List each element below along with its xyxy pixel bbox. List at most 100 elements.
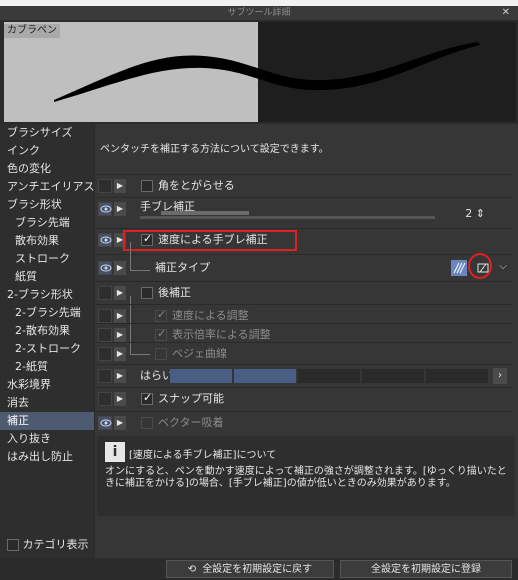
zoom-adjust-label: 表示倍率による調整 (172, 328, 271, 341)
sidebar-item[interactable]: 2-ブラシ先端 (0, 304, 94, 322)
visibility-toggle[interactable] (98, 309, 112, 323)
row-vector-snap: ▶ ベクター吸着 (95, 411, 513, 433)
reset-icon: ⟲ (187, 564, 197, 575)
eye-icon (100, 205, 112, 213)
category-display-label: カテゴリ表示 (22, 538, 89, 551)
sidebar-item[interactable]: 補正 (0, 412, 94, 430)
visibility-toggle[interactable] (98, 202, 112, 216)
stabilization-slider[interactable] (140, 216, 435, 219)
row-snap: ▶ スナップ可能 (95, 387, 513, 409)
row-stabilization: ▶ 手ブレ補正 2 ⇕ (95, 197, 513, 227)
sweep-level-selector[interactable] (170, 369, 488, 383)
sidebar-item[interactable]: 消去 (0, 394, 94, 412)
help-title: [速度による手ブレ補正]について (129, 450, 277, 461)
sweep-level-cell[interactable] (234, 369, 296, 383)
bezier-label: ベジェ曲線 (172, 347, 227, 360)
sidebar-item[interactable]: 2-ブラシ形状 (0, 286, 94, 304)
sweep-level-cell[interactable] (426, 369, 488, 383)
help-box: i [速度による手ブレ補正]について オンにすると、ペンを動かす速度によって補正… (97, 436, 515, 516)
sweep-label: はらい (140, 369, 173, 382)
correction-type-label: 補正タイプ (155, 261, 210, 274)
stabilization-slider-fill (161, 211, 249, 215)
highlight-circle (468, 253, 492, 279)
help-body: オンにすると、ペンを動かす速度によって補正の強さが調整されます。[ゆっくり描いた… (105, 466, 507, 489)
visibility-toggle[interactable] (98, 347, 112, 361)
snap-label: スナップ可能 (158, 392, 224, 405)
tree-connector (130, 270, 150, 271)
zoom-adjust-checkbox[interactable] (155, 327, 167, 341)
row-sharpen: ▶ 角をとがらせる (95, 174, 513, 196)
visibility-toggle[interactable] (98, 392, 112, 406)
sidebar-item[interactable]: ストローク (0, 250, 94, 268)
sidebar-item[interactable]: 2-紙質 (0, 358, 94, 376)
window-title: サブツール詳細 (227, 8, 291, 18)
sidebar-item[interactable]: ブラシ先端 (0, 214, 94, 232)
sidebar-item[interactable]: 水彩境界 (0, 376, 94, 394)
sidebar-item[interactable]: 紙質 (0, 268, 94, 286)
sidebar-item[interactable]: 2-ストローク (0, 340, 94, 358)
bottom-bar: ⟲ 全設定を初期設定に戻す 全設定を初期設定に登録 (0, 558, 518, 580)
expand-arrow[interactable]: ▶ (114, 179, 126, 193)
stabilization-value[interactable]: 2 ⇕ (465, 207, 485, 220)
visibility-toggle[interactable] (98, 179, 112, 193)
visibility-toggle[interactable] (98, 261, 112, 275)
visibility-toggle[interactable] (98, 416, 112, 430)
correction-type-slow-icon[interactable] (451, 260, 467, 276)
expand-arrow[interactable]: ▶ (114, 369, 126, 383)
sidebar-item[interactable]: ブラシ形状 (0, 196, 94, 214)
category-sidebar: カテゴリ表示 ブラシサイズ インク 色の変化 アンチエイリアス ブラシ形状 ブラシ先端 散布… (0, 124, 95, 558)
expand-arrow[interactable]: ▶ (114, 392, 126, 406)
sweep-level-cell[interactable] (298, 369, 360, 383)
row-correction-type: ▶ 補正タイプ ⌵ (95, 254, 513, 280)
chevron-right-icon[interactable]: › (493, 368, 507, 384)
panel-description: ペンタッチを補正する方法について設定できます。 (100, 144, 329, 155)
category-display-checkbox[interactable] (7, 539, 19, 551)
row-sweep: ▶ はらい › (95, 364, 513, 386)
expand-arrow[interactable]: ▶ (114, 347, 126, 361)
speed-adjust-checkbox[interactable] (155, 308, 167, 322)
sidebar-item[interactable]: 色の変化 (0, 160, 94, 178)
spin-arrows-icon[interactable]: ⇕ (476, 207, 485, 220)
expand-arrow[interactable]: ▶ (114, 261, 126, 275)
visibility-toggle[interactable] (98, 369, 112, 383)
title-bar: サブツール詳細 ✕ (0, 6, 518, 20)
expand-arrow[interactable]: ▶ (114, 416, 126, 430)
register-all-button[interactable]: 全設定を初期設定に登録 (340, 560, 512, 578)
chevron-down-icon[interactable]: ⌵ (499, 261, 507, 272)
snap-checkbox[interactable] (141, 391, 153, 405)
sidebar-item[interactable]: ブラシサイズ (0, 124, 94, 142)
expand-arrow[interactable]: ▶ (114, 309, 126, 323)
stroke-preview (54, 42, 480, 102)
sidebar-item[interactable]: インク (0, 142, 94, 160)
post-correction-checkbox[interactable] (141, 287, 153, 299)
visibility-toggle[interactable] (98, 233, 112, 247)
eye-icon (100, 419, 112, 427)
visibility-toggle[interactable] (98, 286, 112, 300)
close-icon[interactable]: ✕ (502, 6, 510, 20)
sidebar-item[interactable]: 入り抜き (0, 430, 94, 448)
sidebar-item[interactable]: はみ出し防止 (0, 448, 94, 466)
sweep-level-cell[interactable] (170, 369, 232, 383)
vector-snap-checkbox[interactable] (141, 417, 153, 429)
vector-snap-label: ベクター吸着 (158, 416, 224, 429)
expand-arrow[interactable]: ▶ (114, 286, 126, 300)
expand-arrow[interactable]: ▶ (114, 328, 126, 342)
expand-arrow[interactable]: ▶ (114, 202, 126, 216)
sidebar-item[interactable]: 2-散布効果 (0, 322, 94, 340)
row-post-correction: ▶ 後補正 (95, 281, 513, 303)
settings-panel: ペンタッチを補正する方法について設定できます。 ▶ 角をとがらせる ▶ 手ブレ補… (95, 124, 518, 558)
brush-preview: カブラペン (4, 22, 516, 122)
sharpen-label: 角をとがらせる (158, 179, 235, 192)
visibility-toggle[interactable] (98, 328, 112, 342)
sweep-level-cell[interactable] (362, 369, 424, 383)
sharpen-checkbox[interactable] (141, 180, 153, 192)
reset-all-label: 全設定を初期設定に戻す (202, 564, 313, 575)
sidebar-item[interactable]: 散布効果 (0, 232, 94, 250)
eye-icon (100, 264, 112, 272)
sidebar-item[interactable]: アンチエイリアス (0, 178, 95, 196)
tree-connector (130, 242, 131, 270)
category-display-toggle[interactable]: カテゴリ表示 (7, 538, 89, 552)
reset-all-button[interactable]: ⟲ 全設定を初期設定に戻す (166, 560, 334, 578)
eye-icon (100, 236, 112, 244)
bezier-checkbox[interactable] (155, 348, 167, 360)
